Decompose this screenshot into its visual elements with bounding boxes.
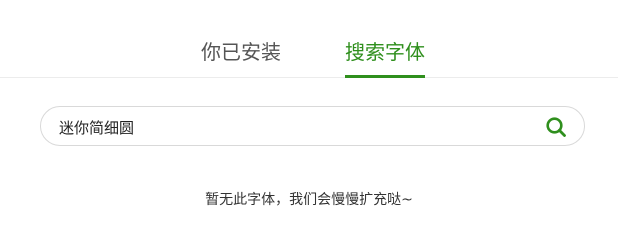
search-input[interactable] xyxy=(59,115,529,139)
search-icon xyxy=(546,117,566,137)
search-button[interactable] xyxy=(544,115,568,139)
tab-search-fonts[interactable]: 搜索字体 xyxy=(345,38,425,66)
search-bar xyxy=(40,106,585,146)
tab-bar: 你已安装 搜索字体 xyxy=(0,0,618,78)
empty-state-message: 暂无此字体，我们会慢慢扩充哒~ xyxy=(205,192,413,208)
active-tab-indicator xyxy=(345,75,425,78)
tab-installed[interactable]: 你已安装 xyxy=(201,38,281,66)
